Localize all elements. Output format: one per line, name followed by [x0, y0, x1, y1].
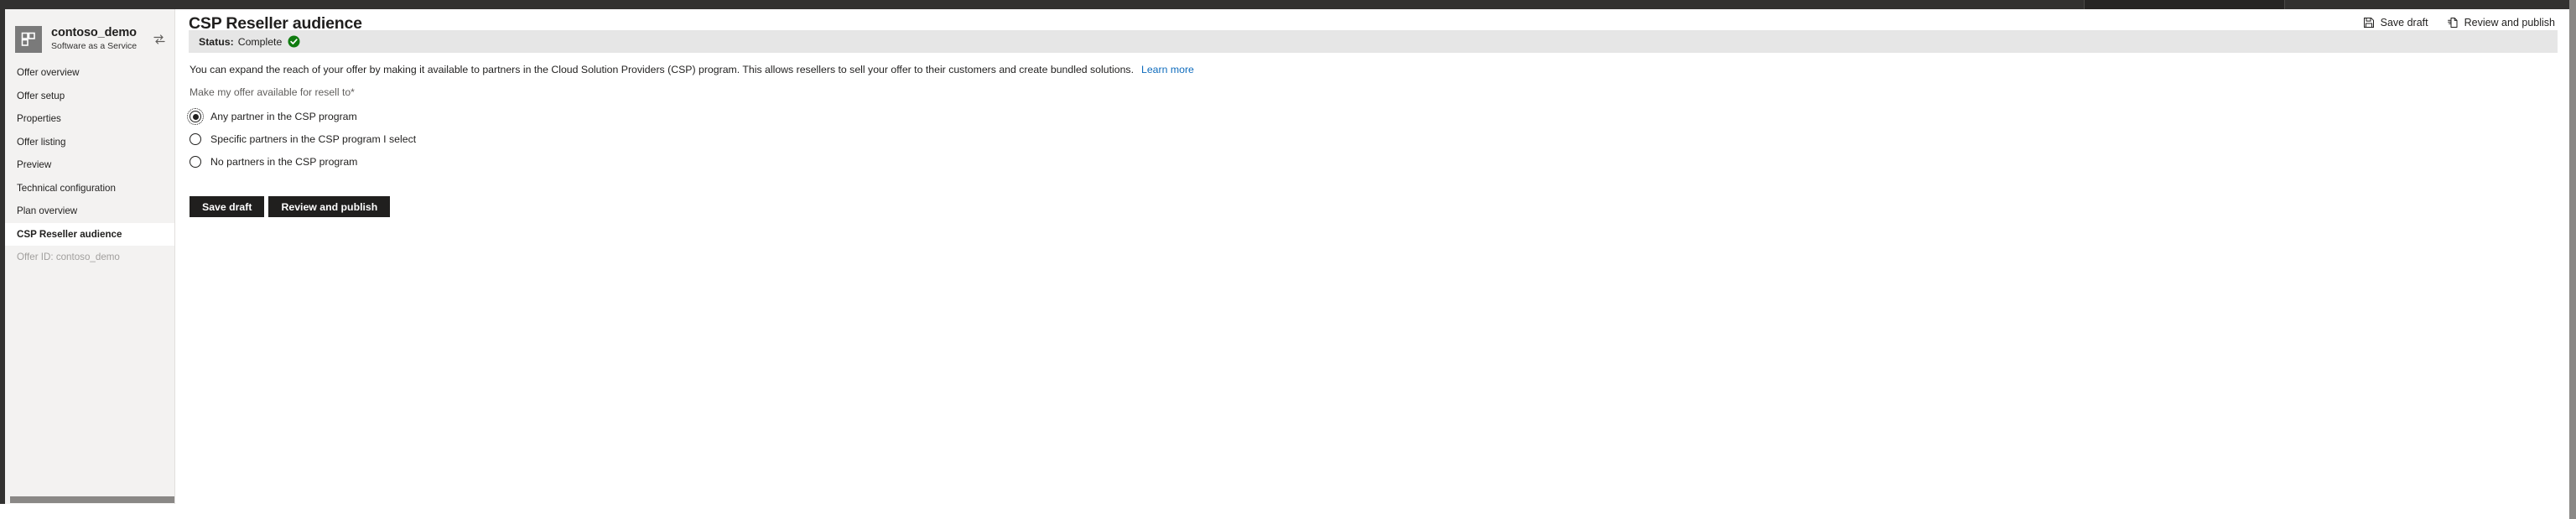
radio-no-partners-label: No partners in the CSP program	[210, 156, 358, 168]
sidebar-item-technical-configuration[interactable]: Technical configuration	[5, 177, 174, 200]
main-content: CSP Reseller audience Save draft Review …	[176, 9, 2570, 519]
green-check-circle-icon	[288, 35, 300, 48]
app-shell: contoso_demo Software as a Service Offer…	[0, 9, 2576, 519]
publish-document-icon	[2447, 17, 2459, 29]
sidebar-item-offer-overview[interactable]: Offer overview	[5, 61, 174, 85]
sidebar-item-offer-listing[interactable]: Offer listing	[5, 131, 174, 154]
toolbar-review-publish-label: Review and publish	[2464, 17, 2555, 29]
form-actions: Save draft Review and publish	[190, 196, 391, 217]
save-floppy-icon	[2363, 17, 2375, 29]
radio-no-partners[interactable]: No partners in the CSP program	[190, 151, 416, 173]
page-vertical-scrollbar[interactable]	[2569, 9, 2576, 519]
resell-audience-radio-group: Any partner in the CSP program Specific …	[187, 106, 416, 174]
sidebar-item-label: Preview	[17, 159, 52, 171]
sidebar-item-label: Technical configuration	[17, 182, 116, 194]
radio-mark-icon	[190, 133, 201, 145]
learn-more-link[interactable]: Learn more	[1141, 64, 1194, 75]
sidebar-item-properties[interactable]: Properties	[5, 107, 174, 131]
sidebar-item-label: Offer ID: contoso_demo	[17, 252, 120, 263]
sidebar-nav-list: Offer overview Offer setup Properties Of…	[5, 61, 174, 269]
swap-offers-icon[interactable]	[153, 33, 166, 46]
toolbar-actions: Save draft Review and publish	[2363, 17, 2555, 29]
browser-active-tab[interactable]	[2084, 0, 2285, 9]
radio-mark-icon	[190, 156, 201, 168]
required-asterisk: *	[351, 86, 355, 98]
offer-identity: contoso_demo Software as a Service	[51, 25, 149, 51]
radio-any-partner-label: Any partner in the CSP program	[210, 111, 357, 122]
offer-navigation-sidebar: contoso_demo Software as a Service Offer…	[5, 9, 175, 504]
sidebar-item-label: Offer listing	[17, 136, 66, 148]
radio-mark-icon	[187, 108, 204, 125]
review-and-publish-button[interactable]: Review and publish	[268, 196, 391, 217]
resell-field-label-text: Make my offer available for resell to	[190, 86, 351, 98]
offer-type-label: Software as a Service	[51, 40, 138, 51]
toolbar-review-publish-button[interactable]: Review and publish	[2447, 17, 2555, 29]
sidebar-item-csp-reseller-audience[interactable]: CSP Reseller audience	[5, 222, 174, 246]
status-banner: Status: Complete	[189, 30, 2558, 53]
sidebar-item-offer-setup[interactable]: Offer setup	[5, 85, 174, 108]
sidebar-item-plan-overview[interactable]: Plan overview	[5, 200, 174, 223]
sidebar-item-label: Properties	[17, 113, 61, 125]
sidebar-item-label: Offer overview	[17, 67, 80, 79]
sidebar-horizontal-scrollbar[interactable]	[10, 496, 174, 503]
app-tile-icon	[15, 25, 42, 53]
scrollbar-top-cap	[2569, 0, 2576, 9]
sidebar-item-label: Offer setup	[17, 90, 65, 101]
sidebar-item-preview[interactable]: Preview	[5, 153, 174, 177]
sidebar-offer-id: Offer ID: contoso_demo	[5, 246, 174, 269]
toolbar-save-draft-label: Save draft	[2380, 17, 2428, 29]
sidebar-item-label: Plan overview	[17, 205, 78, 217]
browser-tab-strip	[0, 0, 2576, 9]
toolbar-save-draft-button[interactable]: Save draft	[2363, 17, 2428, 29]
sidebar-item-label: CSP Reseller audience	[17, 228, 122, 240]
radio-any-partner[interactable]: Any partner in the CSP program	[187, 106, 416, 127]
offer-header: contoso_demo Software as a Service	[5, 9, 174, 58]
description-paragraph: You can expand the reach of your offer b…	[190, 64, 1194, 75]
description-text: You can expand the reach of your offer b…	[190, 64, 1134, 75]
offer-name: contoso_demo	[51, 25, 137, 39]
save-draft-button[interactable]: Save draft	[190, 196, 265, 217]
status-label: Status:	[199, 35, 234, 48]
radio-specific-partners[interactable]: Specific partners in the CSP program I s…	[190, 128, 416, 150]
radio-specific-partners-label: Specific partners in the CSP program I s…	[210, 133, 417, 145]
resell-field-label: Make my offer available for resell to*	[190, 86, 355, 98]
status-value: Complete	[237, 35, 283, 48]
